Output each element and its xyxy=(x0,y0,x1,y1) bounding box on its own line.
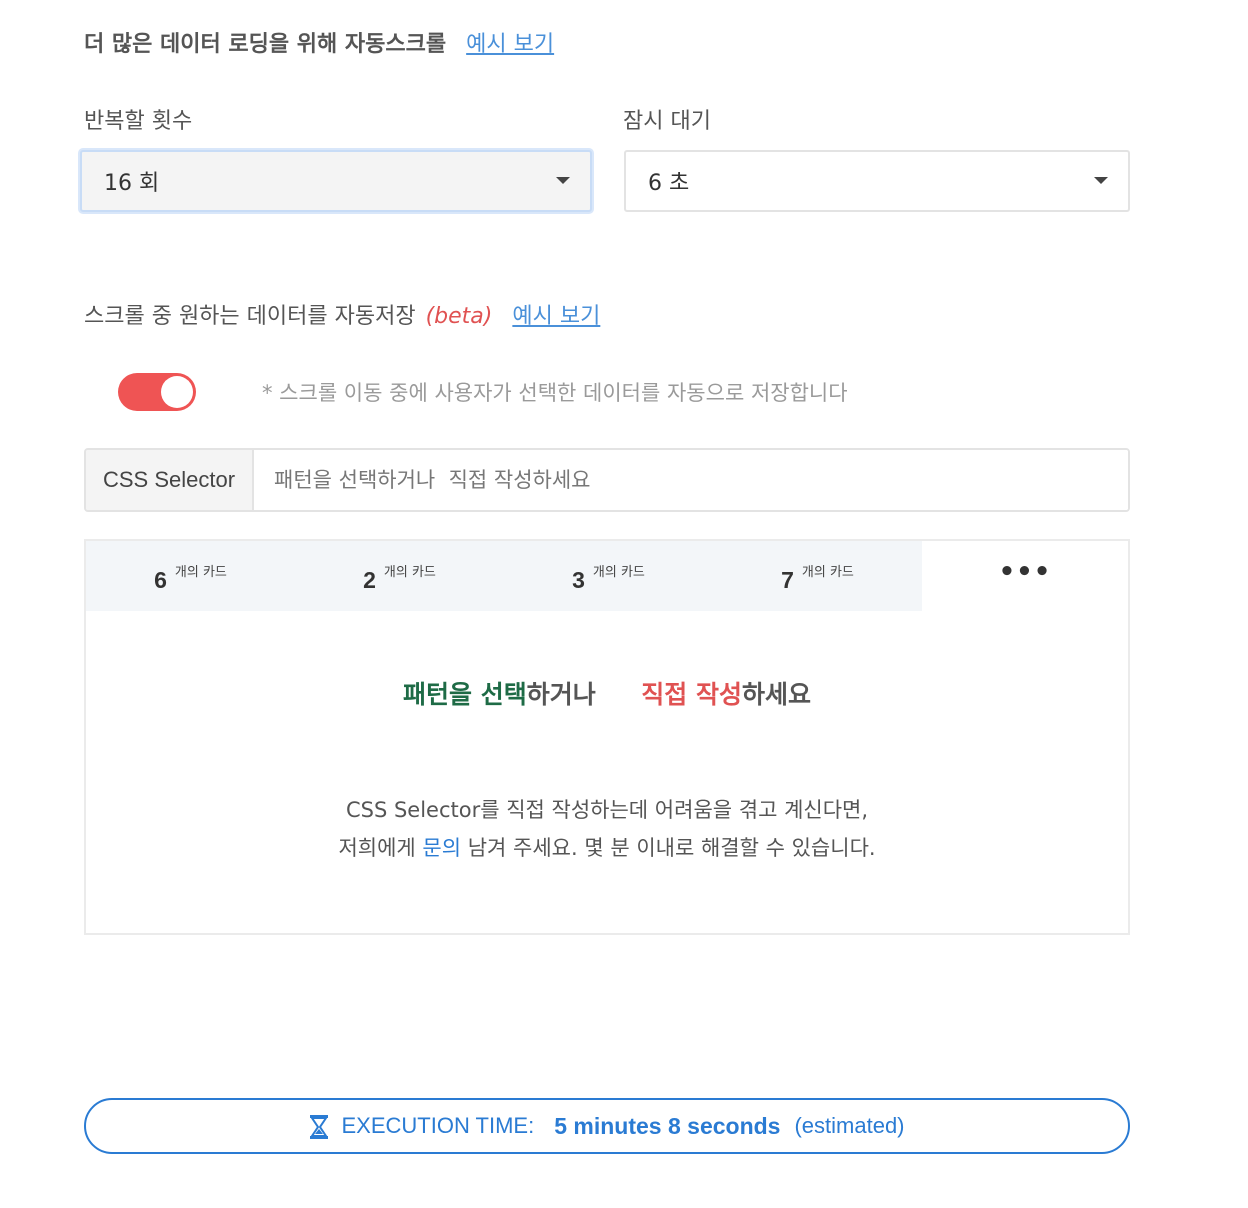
wait-select[interactable]: 6 초 xyxy=(624,150,1130,212)
repeat-select[interactable]: 16 회 xyxy=(80,150,592,212)
execution-label: EXECUTION TIME: xyxy=(341,1113,535,1138)
autoscroll-title: 더 많은 데이터 로딩을 위해 자동스크롤 xyxy=(84,32,447,57)
tab-unit: 개의 카드 xyxy=(383,564,436,580)
headline-or: 하거나 xyxy=(526,680,596,709)
panel-help-text: CSS Selector를 직접 작성하는데 어려움을 겪고 계신다면, 저희에… xyxy=(86,791,1128,867)
tab-pattern-4[interactable]: 7 개의 카드 xyxy=(713,541,922,611)
panel-headline: 패턴을 선택하거나 직접 작성하세요 xyxy=(86,675,1128,711)
css-selector-addon: CSS Selector xyxy=(86,450,254,510)
execution-time-bar: EXECUTION TIME: 5 minutes 8 seconds (est… xyxy=(84,1098,1130,1154)
tab-pattern-3[interactable]: 3 개의 카드 xyxy=(504,541,713,611)
help-line-1: CSS Selector를 직접 작성하는데 어려움을 겪고 계신다면, xyxy=(345,798,869,822)
tab-unit: 개의 카드 xyxy=(801,564,854,580)
tab-pattern-1[interactable]: 6 개의 카드 xyxy=(86,541,295,611)
caret-down-icon xyxy=(1094,177,1108,184)
headline-direct: 직접 xyxy=(641,680,688,709)
tab-unit: 개의 카드 xyxy=(592,564,645,580)
repeat-value: 16 회 xyxy=(104,171,160,196)
more-dots-icon: ••• xyxy=(998,557,1052,587)
autoscroll-example-link[interactable]: 예시 보기 xyxy=(466,26,554,58)
toggle-knob xyxy=(161,376,193,408)
autosave-hint: * 스크롤 이동 중에 사용자가 선택한 데이터를 자동으로 저장합니다 xyxy=(262,381,848,405)
tab-count: 6 xyxy=(154,566,167,593)
autoscroll-title-row: 더 많은 데이터 로딩을 위해 자동스크롤 예시 보기 xyxy=(84,26,554,58)
help-line-2-pre: 저희에게 xyxy=(338,836,423,860)
autosave-toggle[interactable] xyxy=(118,373,196,411)
execution-value: 5 minutes 8 seconds xyxy=(554,1112,781,1139)
inquiry-link[interactable]: 문의 xyxy=(422,836,461,860)
pattern-tabs: 6 개의 카드 2 개의 카드 3 개의 카드 7 개의 카드 ••• xyxy=(86,541,1128,611)
hourglass-icon xyxy=(309,1115,329,1139)
headline-pattern: 패턴을 xyxy=(403,680,473,709)
execution-estimated: (estimated) xyxy=(794,1113,905,1138)
css-selector-input[interactable] xyxy=(254,450,1128,510)
pattern-panel: 6 개의 카드 2 개의 카드 3 개의 카드 7 개의 카드 ••• 패턴을 … xyxy=(84,539,1130,935)
help-line-2: 저희에게 문의 남겨 주세요. 몇 분 이내로 해결할 수 있습니다. xyxy=(86,829,1128,867)
beta-label: (beta) xyxy=(425,304,493,329)
repeat-label: 반복할 횟수 xyxy=(84,109,193,134)
css-selector-group: CSS Selector xyxy=(84,448,1130,512)
tab-unit: 개의 카드 xyxy=(174,564,227,580)
wait-value: 6 초 xyxy=(648,171,690,196)
tab-count: 2 xyxy=(363,566,376,593)
wait-label: 잠시 대기 xyxy=(623,109,711,134)
tab-count: 7 xyxy=(781,566,794,593)
autosave-title: 스크롤 중 원하는 데이터를 자동저장 xyxy=(84,304,416,329)
tab-more[interactable]: ••• xyxy=(922,541,1128,611)
headline-please: 하세요 xyxy=(741,680,811,709)
tab-pattern-2[interactable]: 2 개의 카드 xyxy=(295,541,504,611)
autosave-example-link[interactable]: 예시 보기 xyxy=(512,298,600,330)
help-line-2-post: 남겨 주세요. 몇 분 이내로 해결할 수 있습니다. xyxy=(461,836,876,860)
tab-count: 3 xyxy=(572,566,585,593)
caret-down-icon xyxy=(556,177,570,184)
headline-select: 선택 xyxy=(480,680,527,709)
autosave-title-row: 스크롤 중 원하는 데이터를 자동저장 (beta) 예시 보기 xyxy=(84,298,600,330)
headline-write: 작성 xyxy=(695,680,742,709)
